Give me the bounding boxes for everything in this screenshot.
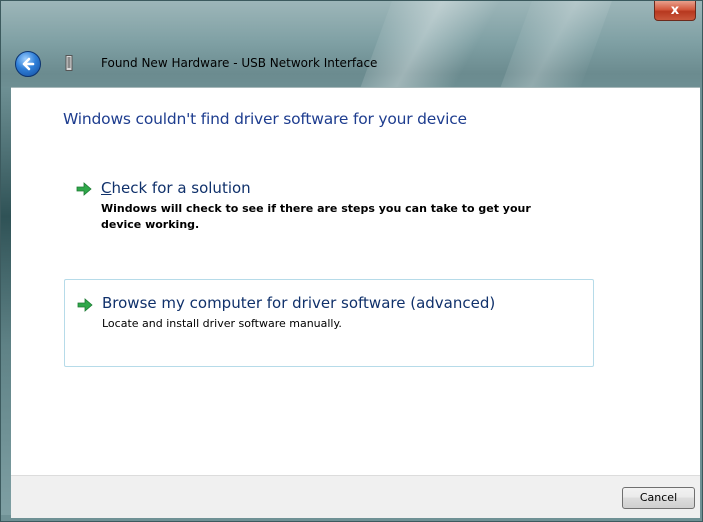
cancel-button[interactable]: Cancel (622, 487, 695, 509)
back-arrow-icon (22, 57, 35, 71)
usb-device-icon (65, 55, 73, 71)
dialog-window: x Found New Hardware - USB Network Inter… (0, 0, 703, 522)
back-button[interactable] (15, 51, 41, 77)
check-solution-description: Windows will check to see if there are s… (101, 202, 531, 231)
dialog-content: Windows couldn't find driver software fo… (11, 87, 700, 476)
close-button[interactable]: x (654, 1, 696, 21)
dialog-footer: Cancel (11, 475, 700, 518)
page-heading: Windows couldn't find driver software fo… (63, 110, 467, 128)
browse-computer-option[interactable]: Browse my computer for driver software (… (64, 279, 594, 367)
mnemonic-letter: C (101, 179, 112, 197)
title-bar-glass (495, 1, 627, 101)
window-frame-left (1, 87, 11, 519)
browse-computer-description: Locate and install driver software manua… (102, 317, 342, 330)
browse-computer-title: Browse my computer for driver software (… (102, 294, 496, 312)
check-solution-title-text: heck for a solution (111, 179, 251, 197)
window-title: Found New Hardware - USB Network Interfa… (101, 56, 378, 70)
check-solution-title: Check for a solution (101, 179, 251, 197)
green-arrow-icon (76, 182, 92, 196)
green-arrow-icon (77, 298, 93, 312)
check-solution-option[interactable]: Check for a solution Windows will check … (64, 168, 594, 244)
